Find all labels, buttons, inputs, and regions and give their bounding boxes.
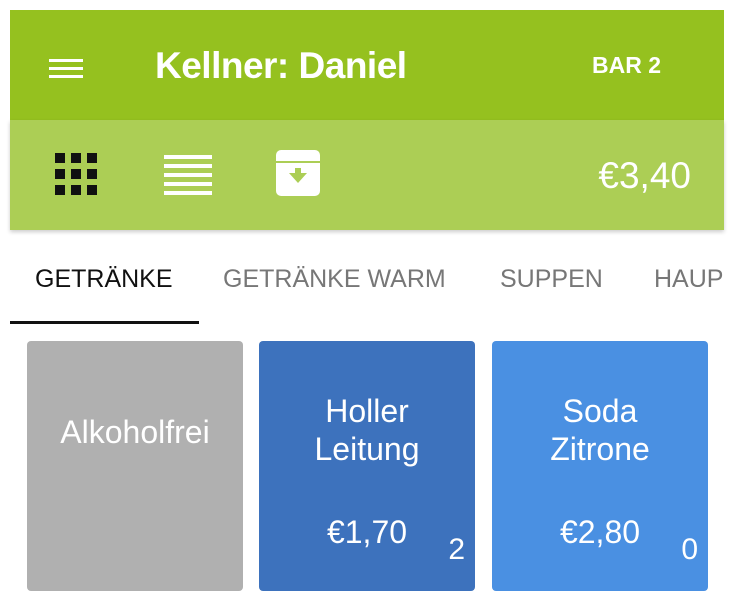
view-toolbar: €3,40 (10, 120, 724, 230)
archive-icon[interactable] (274, 148, 322, 198)
tile-name-line1: Holler (325, 393, 409, 429)
tile-price: €2,80 (559, 514, 641, 550)
tab-getraenke-warm[interactable]: GETRÄNKE WARM (223, 265, 446, 294)
tile-name: Alkoholfrei (60, 414, 210, 450)
category-tabs: GETRÄNKE GETRÄNKE WARM SUPPEN HAUP (10, 232, 724, 324)
menu-icon[interactable] (46, 55, 86, 83)
table-button[interactable]: BAR 2 (592, 52, 661, 79)
order-total: €3,40 (598, 155, 691, 196)
waiter-title: Kellner: Daniel (155, 45, 407, 86)
grid-view-icon[interactable] (55, 153, 97, 195)
product-tile-soda-zitrone[interactable]: Soda Zitrone €2,80 0 (492, 341, 708, 591)
tile-count: 2 (448, 533, 465, 566)
tile-price: €1,70 (326, 514, 408, 550)
active-tab-indicator (10, 321, 199, 324)
tab-getraenke[interactable]: GETRÄNKE (35, 265, 173, 294)
list-view-icon[interactable] (164, 155, 212, 195)
tile-name-line1: Soda (562, 393, 638, 429)
category-tile-alkoholfrei[interactable]: Alkoholfrei (27, 341, 243, 591)
app-bar: Kellner: Daniel BAR 2 (10, 10, 724, 120)
tile-name-line2: Leitung (314, 431, 420, 467)
tile-name-line2: Zitrone (550, 431, 650, 467)
tab-suppen[interactable]: SUPPEN (500, 265, 603, 294)
product-tile-holler-leitung[interactable]: Holler Leitung €1,70 2 (259, 341, 475, 591)
tile-count: 0 (681, 533, 698, 566)
tab-haupt[interactable]: HAUP (654, 265, 723, 294)
